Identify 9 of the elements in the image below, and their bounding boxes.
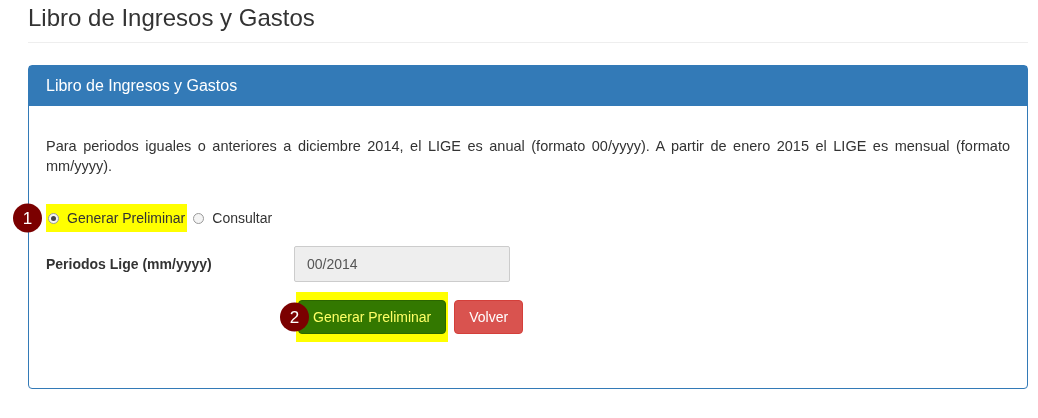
- page-title: Libro de Ingresos y Gastos: [28, 0, 1028, 43]
- action-button[interactable]: Generar Preliminar: [298, 300, 447, 334]
- step-badge: 1: [13, 203, 42, 233]
- radio-option[interactable]: Consultar: [191, 204, 275, 232]
- step-badge: 2: [280, 302, 309, 332]
- panel-header: Libro de Ingresos y Gastos: [29, 66, 1027, 106]
- field-label: Periodos Lige (mm/yyyy): [46, 256, 213, 272]
- description-text: Para periodos iguales o anteriores a diciembre 2014, el LIGE es anual (formato 00/yyyy). A partir de enero 2015 el LIGE es mensual (formato mm/yyyy).: [46, 137, 1010, 176]
- action-button[interactable]: Volver: [454, 300, 524, 334]
